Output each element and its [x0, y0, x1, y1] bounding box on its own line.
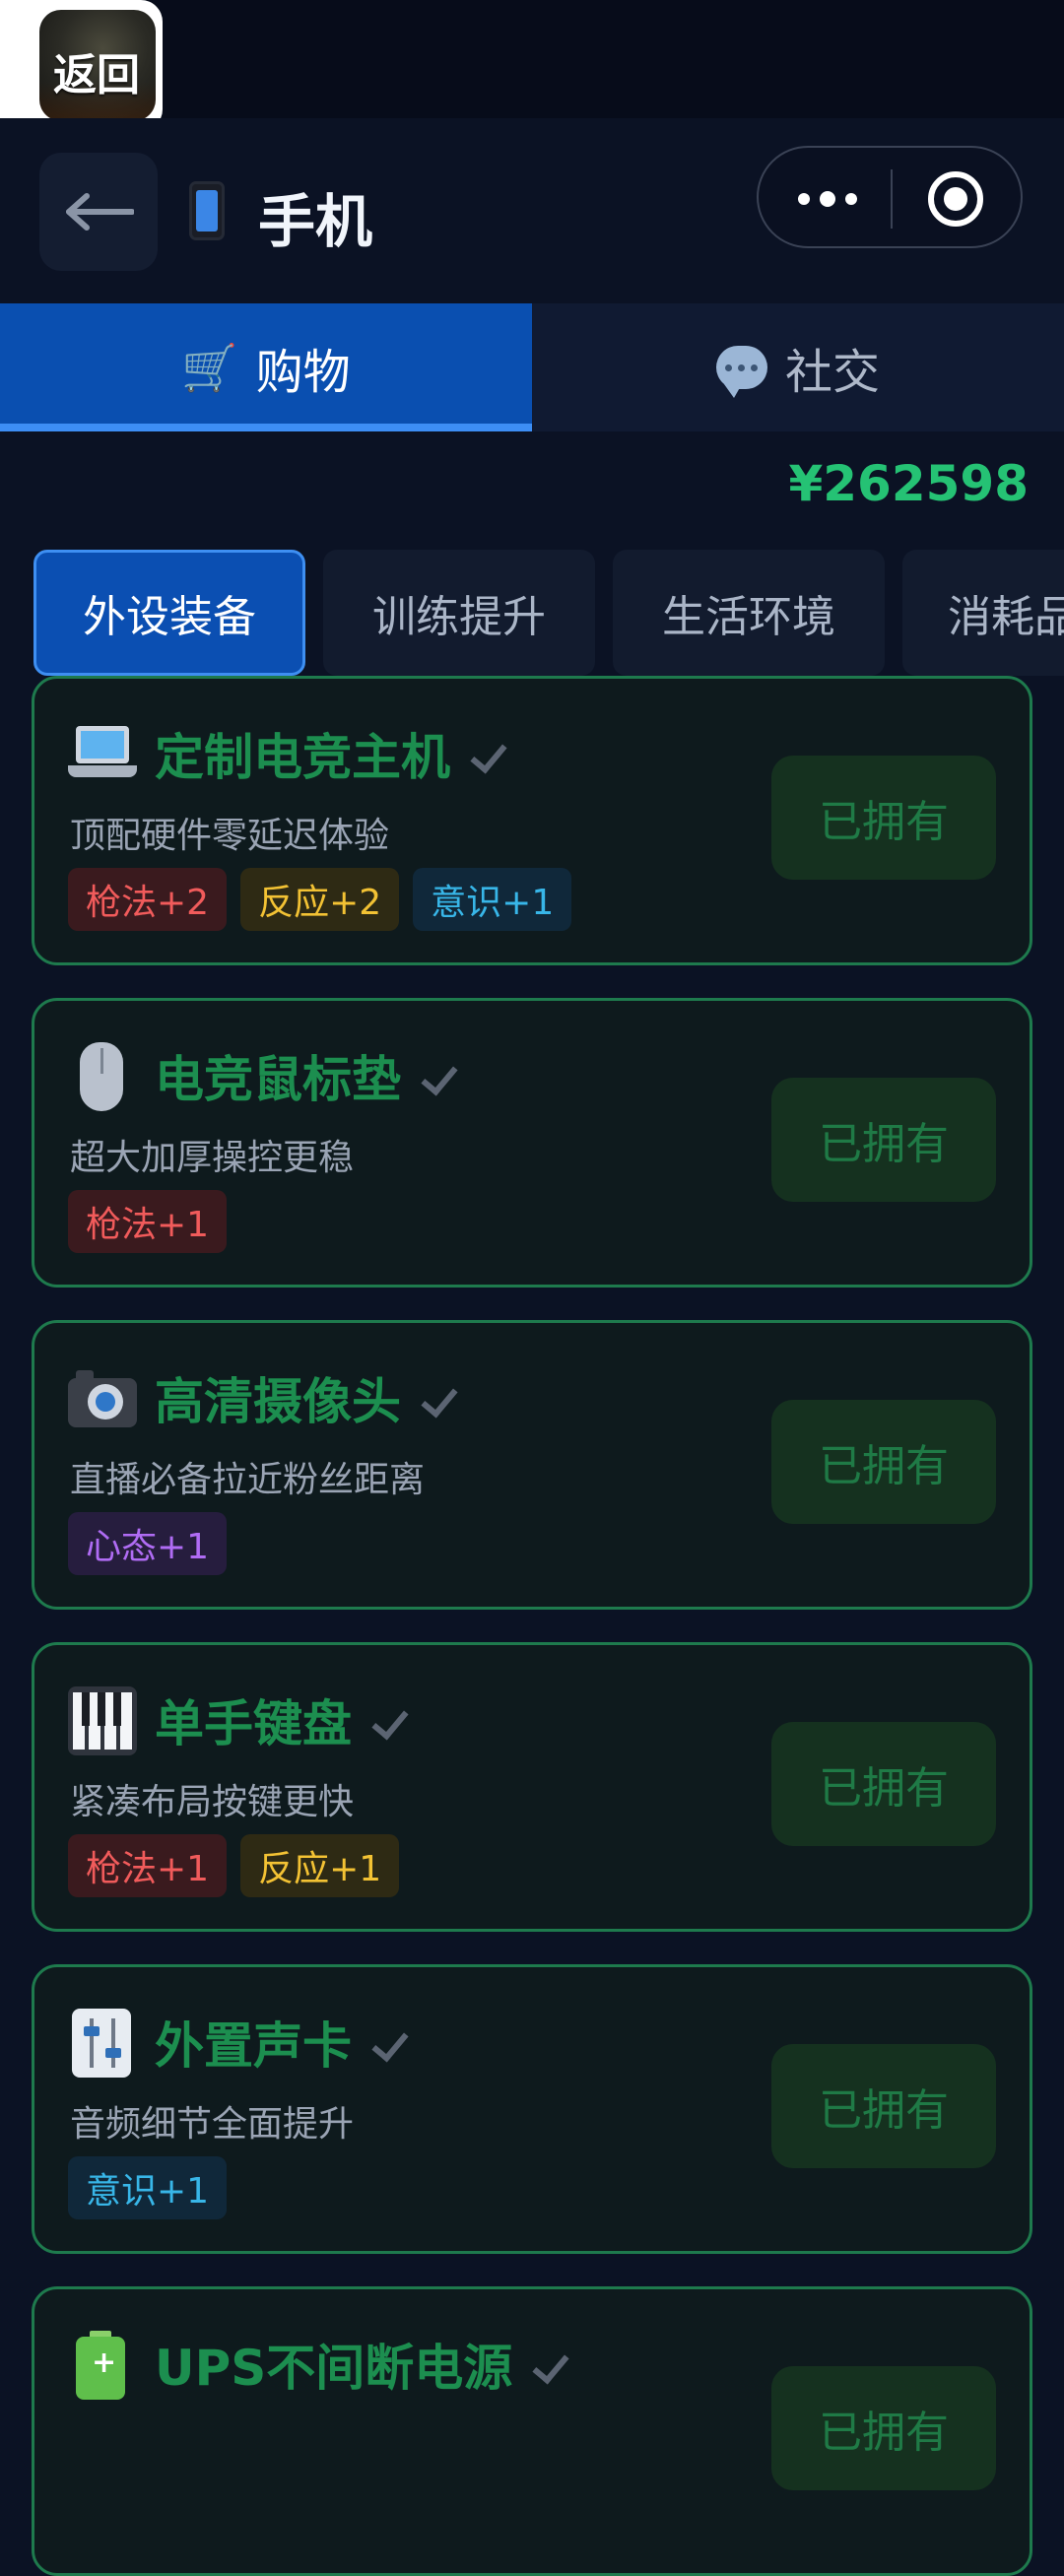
stat-tag: 反应+1	[240, 1834, 400, 1897]
item-card: 定制电竞主机 顶配硬件零延迟体验 枪法+2 反应+2 意识+1 已拥有	[32, 676, 1032, 965]
category-tab-peripherals[interactable]: 外设装备	[33, 550, 305, 676]
more-dots-icon[interactable]	[798, 187, 857, 211]
check-icon	[532, 2345, 569, 2385]
check-icon	[421, 1057, 458, 1096]
item-desc: 音频细节全面提升	[70, 2104, 355, 2145]
piano-keyboard-icon	[68, 1686, 137, 1755]
item-card: 高清摄像头 直播必备拉近粉丝距离 心态+1 已拥有	[32, 1320, 1032, 1610]
item-tags: 心态+1	[68, 1512, 228, 1575]
owned-button[interactable]: 已拥有	[771, 1722, 996, 1846]
close-target-icon[interactable]	[928, 171, 983, 227]
stat-tag: 反应+2	[240, 868, 400, 931]
item-name: 外置声卡	[155, 2007, 409, 2078]
main-tabs: 🛒 购物 社交	[0, 303, 1064, 431]
item-name: 电竞鼠标垫	[155, 1040, 458, 1111]
item-card: 外置声卡 音频细节全面提升 意识+1 已拥有	[32, 1964, 1032, 2254]
item-desc: 直播必备拉近粉丝距离	[70, 1460, 426, 1500]
owned-button[interactable]: 已拥有	[771, 2044, 996, 2168]
miniapp-capsule	[757, 146, 1023, 248]
check-icon	[371, 1701, 409, 1741]
item-card: + UPS不间断电源 已拥有	[32, 2286, 1032, 2576]
back-button[interactable]	[39, 153, 158, 271]
tab-label: 社交	[784, 345, 880, 400]
camera-icon	[68, 1364, 137, 1433]
item-desc: 超大加厚操控更稳	[70, 1138, 355, 1178]
arrow-left-icon	[66, 193, 134, 231]
item-tags: 枪法+1 反应+1	[68, 1834, 400, 1897]
item-tags: 意识+1	[68, 2156, 228, 2219]
item-name: UPS不间断电源	[155, 2329, 569, 2400]
balance: ¥262598	[788, 455, 1029, 512]
item-name: 高清摄像头	[155, 1362, 458, 1433]
stat-tag: 意识+1	[68, 2156, 228, 2219]
mixer-icon	[68, 2009, 137, 2078]
tab-label: 购物	[255, 345, 351, 400]
item-card: 电竞鼠标垫 超大加厚操控更稳 枪法+1 已拥有	[32, 998, 1032, 1288]
stat-tag: 心态+1	[68, 1512, 228, 1575]
item-desc: 紧凑布局按键更快	[70, 1782, 355, 1822]
stat-tag: 枪法+2	[68, 868, 228, 931]
owned-button[interactable]: 已拥有	[771, 1400, 996, 1524]
item-card: 单手键盘 紧凑布局按键更快 枪法+1 反应+1 已拥有	[32, 1642, 1032, 1932]
tab-social[interactable]: 社交	[532, 303, 1064, 431]
tab-shopping[interactable]: 🛒 购物	[0, 303, 532, 431]
stat-tag: 意识+1	[413, 868, 572, 931]
category-tabs: 外设装备 训练提升 生活环境 消耗品	[33, 550, 1064, 676]
item-name: 单手键盘	[155, 1684, 409, 1755]
mouse-icon	[68, 1042, 137, 1111]
category-tab-consumables[interactable]: 消耗品	[902, 550, 1064, 676]
back-label[interactable]: 返回	[53, 39, 140, 102]
cart-icon: 🛒	[181, 340, 238, 394]
stat-tag: 枪法+1	[68, 1834, 228, 1897]
chat-bubble-icon	[715, 346, 767, 398]
item-desc: 顶配硬件零延迟体验	[70, 816, 390, 856]
check-icon	[470, 735, 507, 774]
check-icon	[421, 1379, 458, 1419]
item-name: 定制电竞主机	[155, 718, 507, 789]
owned-button[interactable]: 已拥有	[771, 756, 996, 880]
header: 手机	[0, 118, 1064, 305]
owned-button[interactable]: 已拥有	[771, 1078, 996, 1202]
page-title: 手机	[258, 188, 373, 255]
phone-icon	[189, 181, 225, 240]
capsule-divider	[891, 169, 893, 229]
battery-icon: +	[68, 2331, 137, 2400]
item-tags: 枪法+2 反应+2 意识+1	[68, 868, 572, 931]
stat-tag: 枪法+1	[68, 1190, 228, 1253]
category-tab-training[interactable]: 训练提升	[323, 550, 595, 676]
category-tab-living[interactable]: 生活环境	[613, 550, 885, 676]
miniapp-back-badge[interactable]: 返回	[0, 0, 163, 131]
check-icon	[371, 2023, 409, 2063]
laptop-icon	[68, 720, 137, 789]
item-tags: 枪法+1	[68, 1190, 228, 1253]
owned-button[interactable]: 已拥有	[771, 2366, 996, 2490]
